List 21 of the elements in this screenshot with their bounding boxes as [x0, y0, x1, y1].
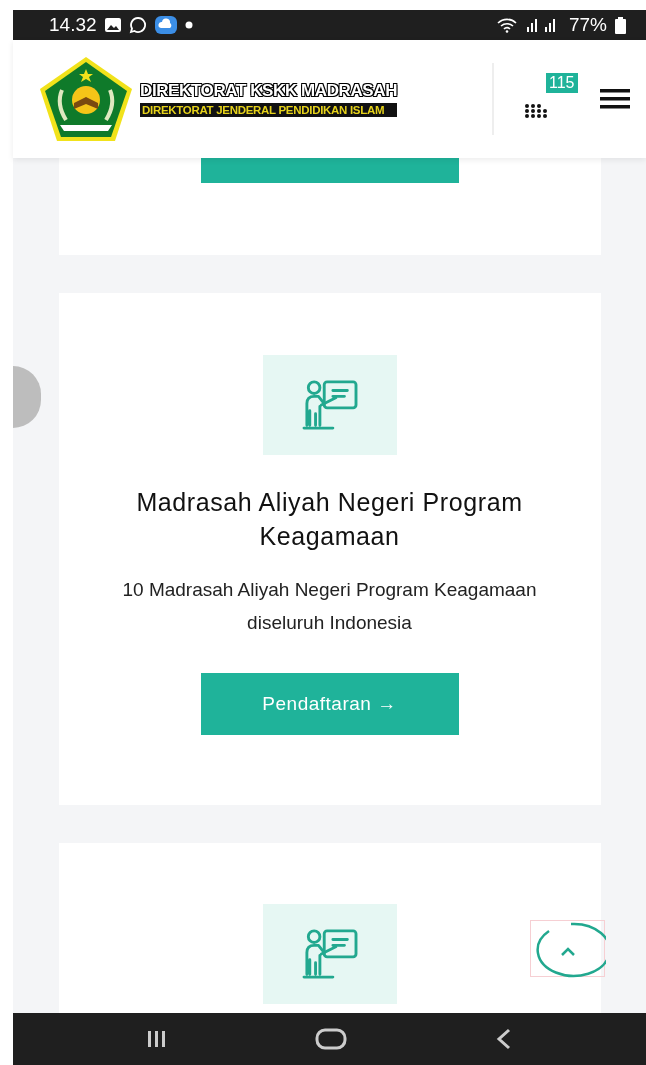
chat-icon	[128, 16, 147, 34]
logo-subtitle: DIREKTORAT JENDERAL PENDIDIKAN ISLAM	[140, 103, 398, 117]
menu-icon[interactable]	[600, 88, 630, 110]
battery-percent: 77%	[568, 14, 607, 36]
card-title: Madrasah Aliyah Negeri Program Keagamaan	[135, 487, 524, 552]
side-tab-handle[interactable]	[13, 366, 41, 428]
back-icon[interactable]	[495, 1028, 512, 1050]
recent-apps-icon[interactable]	[147, 1030, 168, 1048]
battery-icon	[615, 16, 626, 34]
card-description: 10 Madrasah Aliyah Negeri Program Keagamaan diseluruh Indonesia	[121, 578, 538, 635]
scroll-top-button[interactable]	[530, 920, 605, 977]
status-time: 14.32	[49, 14, 97, 36]
register-button[interactable]: Pendaftaran →	[200, 673, 459, 735]
notification-badge: 115	[546, 73, 578, 93]
dot-icon	[184, 21, 193, 29]
cloud-icon	[154, 16, 177, 34]
grid-dots-icon[interactable]	[524, 103, 548, 119]
logo-title: DIREKTORAT KSKK MADRASAH	[140, 81, 398, 101]
image-icon	[104, 18, 121, 32]
home-icon[interactable]	[315, 1028, 348, 1050]
wifi-icon	[496, 17, 517, 33]
